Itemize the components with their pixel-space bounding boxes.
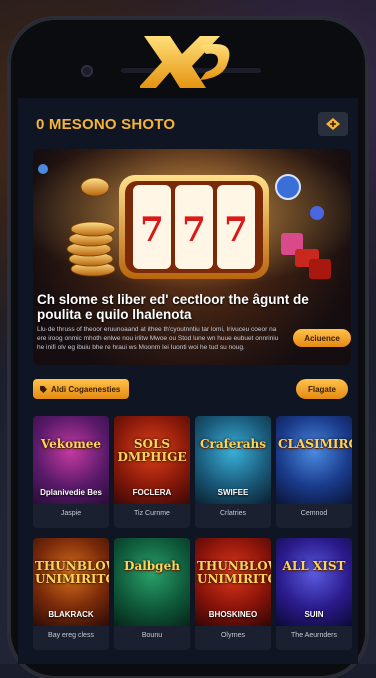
game-art-title: CLASIMIRO bbox=[278, 437, 352, 451]
hero-description: Llu·de thruss of theoor eruunoaand at it… bbox=[37, 326, 279, 351]
game-label: Olyrnes bbox=[220, 632, 246, 639]
game-art-subtitle: SUIN bbox=[304, 610, 324, 619]
hero-headline: Ch slome st liber ed' cectloor the âgunt… bbox=[37, 292, 309, 322]
game-label: Tiz Curnme bbox=[134, 510, 170, 517]
game-art-title: Dalbgeh bbox=[124, 559, 180, 573]
game-art-subtitle: FOCLERA bbox=[132, 488, 172, 497]
game-thumbnail bbox=[276, 416, 352, 504]
game-art-subtitle: SWIFEE bbox=[217, 488, 249, 497]
game-label: Jaspie bbox=[60, 510, 82, 517]
game-card[interactable]: Craferahs SWIFEE Crlatries bbox=[195, 416, 271, 528]
game-art-subtitle: BHOSKINEO bbox=[208, 610, 258, 619]
filter-bar: Aldi Cogaenesties Flagate bbox=[18, 376, 358, 406]
game-label: The Aeurnders bbox=[291, 632, 337, 639]
game-thumbnail bbox=[114, 538, 190, 626]
hero-cta-button[interactable]: Aciuence bbox=[293, 329, 351, 347]
game-label: Bounu bbox=[141, 632, 163, 639]
game-card[interactable]: THUNBLOWE UNIMIRITO BLAKRACK Bay ereg cl… bbox=[33, 538, 109, 650]
game-art-title: THUNBLOWE UNIMIRITO bbox=[197, 559, 271, 586]
app-header: 0 MESONO SHOTO bbox=[18, 98, 358, 148]
game-label: Bay ereg cless bbox=[48, 632, 94, 639]
svg-text:7: 7 bbox=[224, 210, 248, 250]
game-art-title: Vekomee bbox=[40, 437, 102, 451]
header-action-button[interactable] bbox=[318, 112, 348, 136]
game-art-title: ALL XIST bbox=[282, 559, 346, 573]
diamond-arrow-icon bbox=[326, 118, 340, 130]
front-camera bbox=[81, 65, 93, 77]
game-card[interactable]: CLASIMIRO Cemnod bbox=[276, 416, 352, 528]
category-chip-label: Aldi Cogaenesties bbox=[51, 384, 121, 394]
filter-button[interactable]: Flagate bbox=[296, 379, 348, 399]
brand-logo bbox=[140, 36, 230, 88]
app-screen: 0 MESONO SHOTO 7 7 7 Ch slome st liber e… bbox=[18, 98, 358, 664]
game-card[interactable]: ALL XIST SUIN The Aeurnders bbox=[276, 538, 352, 650]
game-art-title: Craferahs bbox=[199, 437, 267, 451]
svg-text:7: 7 bbox=[182, 210, 206, 250]
game-card[interactable]: Vekomee Dplanivedie Bes Jaspie bbox=[33, 416, 109, 528]
game-art-subtitle: Dplanivedie Bes bbox=[40, 488, 102, 497]
tag-icon bbox=[40, 385, 47, 393]
game-label: Crlatries bbox=[219, 510, 247, 517]
slot-machine-illustration: 7 7 7 bbox=[33, 149, 351, 289]
game-card[interactable]: THUNBLOWE UNIMIRITO BHOSKINEO Olyrnes bbox=[195, 538, 271, 650]
game-card[interactable]: Dalbgeh Bounu bbox=[114, 538, 190, 650]
page-title: 0 MESONO SHOTO bbox=[36, 116, 176, 133]
hero-banner[interactable]: 7 7 7 Ch slome st liber ed' cectloor the… bbox=[33, 149, 351, 365]
svg-text:7: 7 bbox=[140, 210, 164, 250]
game-art-title: SOLS DMPHIGE bbox=[117, 437, 187, 464]
game-label: Cemnod bbox=[300, 510, 328, 517]
category-chip[interactable]: Aldi Cogaenesties bbox=[33, 379, 129, 399]
game-card[interactable]: SOLS DMPHIGE FOCLERA Tiz Curnme bbox=[114, 416, 190, 528]
game-art-title: THUNBLOWE UNIMIRITO bbox=[35, 559, 109, 586]
game-art-subtitle: BLAKRACK bbox=[48, 610, 94, 619]
